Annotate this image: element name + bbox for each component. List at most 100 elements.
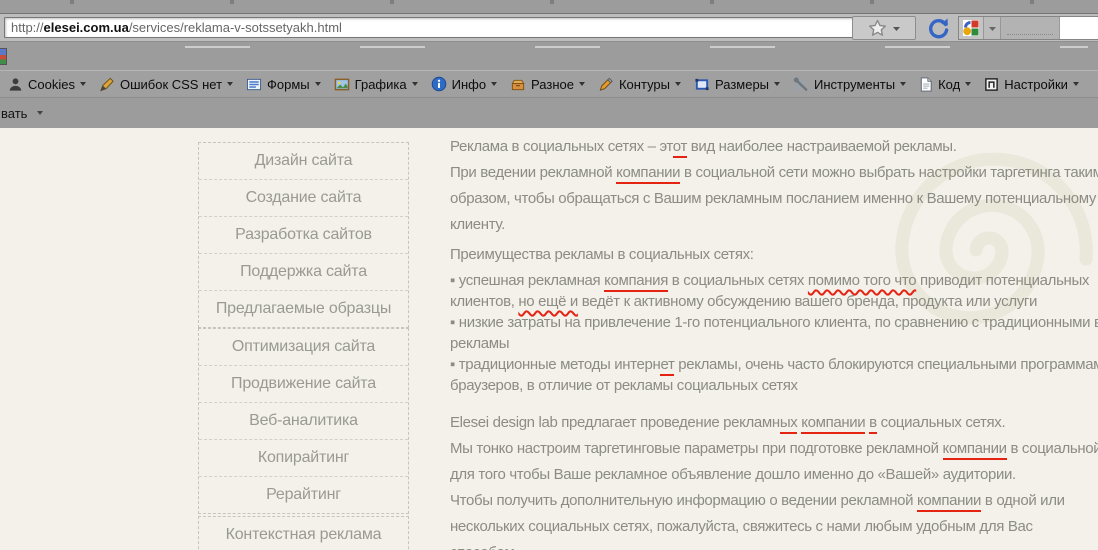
search-engine-button[interactable]	[959, 17, 984, 39]
text-segment: нескольких социальных сетях, пожалуйста,…	[450, 518, 1033, 535]
sidebar-link[interactable]: Копирайтинг	[199, 439, 408, 476]
chevron-down-icon	[900, 82, 906, 86]
text-line: ▪ успешная рекламная компания в социальн…	[450, 270, 1098, 291]
toolbar-item-info[interactable]: Инфо	[431, 76, 497, 92]
misspelled-phrase: помимо того что	[808, 272, 916, 289]
text-segment: для того чтобы Ваше рекламное объявление…	[450, 466, 1016, 483]
text-line: образом, чтобы обращаться с Вашим реклам…	[450, 186, 1098, 212]
chevron-down-icon	[989, 26, 996, 31]
misspelled-word: компания	[604, 272, 668, 292]
clipped-toolbar-row: вать	[0, 98, 1098, 130]
sidebar-link[interactable]: Рерайтинг	[199, 476, 408, 513]
pen-icon	[99, 77, 115, 92]
sidebar-link[interactable]: Контекстная реклама	[199, 517, 408, 550]
sidebar-link[interactable]: Веб-аналитика	[199, 402, 408, 439]
text-line: Преимущества рекламы в социальных сетях:	[450, 242, 1098, 268]
text-line: клиентов, но ещё и ведёт к активному обс…	[450, 291, 1098, 312]
google-icon	[963, 20, 979, 36]
chevron-down-icon	[579, 82, 585, 86]
text-line: браузеров, в отличие от рекламы социальн…	[450, 375, 1098, 396]
misspelled-word: компании	[943, 440, 1007, 460]
misspelled-word: в	[869, 414, 877, 434]
form-icon	[246, 77, 262, 92]
reload-button[interactable]	[922, 15, 954, 40]
sidebar-link[interactable]: Создание сайта	[199, 179, 408, 216]
toolbar-item-label: Инфо	[452, 77, 486, 92]
toolbar-item-label: Cookies	[28, 77, 75, 92]
sidebar-link[interactable]: Оптимизация сайта	[199, 329, 408, 365]
text-segment: ведёт к активному обсуждению вашего брен…	[578, 293, 1037, 310]
text-segment: Чтобы получить дополнительную информацию…	[450, 492, 917, 509]
chevron-down-icon	[412, 82, 418, 86]
clipped-toolbar-strip	[0, 0, 1098, 14]
user-icon	[8, 77, 23, 92]
chevron-down-icon	[675, 82, 681, 86]
sidebar-link[interactable]: Предлагаемые образцы	[199, 290, 408, 327]
article-subheading: Преимущества рекламы в социальных сетях:	[450, 242, 1098, 268]
text-segment: в социальной сети можно выбрать настройк…	[680, 164, 1098, 181]
toolbar-item-resize[interactable]: Размеры	[694, 77, 780, 92]
text-line: Чтобы получить дополнительную информацию…	[450, 488, 1098, 514]
text-segment: приводит потенциальных	[916, 272, 1089, 289]
clipped-button-label[interactable]: вать	[1, 106, 27, 121]
misspelled-phrase: но ещё и	[518, 293, 578, 310]
toolbar-item-label: Настройки	[1004, 77, 1068, 92]
drawer-icon	[510, 77, 526, 92]
toolbar-item-graphics[interactable]: Графика	[334, 77, 418, 92]
text-line: ▪ низкие затраты на привлечение 1-го пот…	[450, 312, 1098, 333]
toolbar-item-code[interactable]: Код	[919, 77, 971, 92]
toolbar-item-label: Инструменты	[814, 77, 895, 92]
marker-icon	[598, 77, 614, 92]
toolbar-item-css-errors[interactable]: Ошибок CSS нет	[99, 77, 233, 92]
chevron-down-icon	[80, 82, 86, 86]
toolbar-item-cookies[interactable]: Cookies	[8, 77, 86, 92]
text-line: Реклама в социальных сетях – этот вид на…	[450, 134, 1098, 160]
toolbar-item-outlines[interactable]: Контуры	[598, 77, 681, 92]
url-path: /services/reklama-v-sotssetyakh.html	[129, 20, 342, 35]
text-line: для того чтобы Ваше рекламное объявление…	[450, 462, 1098, 488]
toolbar-item-forms[interactable]: Формы	[246, 77, 321, 92]
url-input[interactable]: http://elesei.com.ua/services/reklama-v-…	[4, 17, 856, 38]
article-bullet-list: ▪ успешная рекламная компания в социальн…	[450, 270, 1098, 396]
chevron-down-icon	[1073, 82, 1079, 86]
text-segment: клиентов,	[450, 293, 518, 310]
search-input-end[interactable]	[1059, 17, 1098, 39]
star-icon	[868, 19, 887, 37]
toolbar-item-misc[interactable]: Разное	[510, 77, 585, 92]
image-icon	[334, 77, 350, 92]
page-icon	[919, 77, 933, 92]
text-line: Мы тонко настроим таргетинговые параметр…	[450, 436, 1098, 462]
misspelled-word: компании	[616, 164, 680, 184]
toolbar-item-options[interactable]: Настройки	[984, 77, 1079, 92]
text-line: При ведении рекламной компании в социаль…	[450, 160, 1098, 186]
search-engine-dropdown[interactable]	[984, 17, 1001, 39]
address-bar-row: http://elesei.com.ua/services/reklama-v-…	[0, 14, 1098, 42]
sidebar-link[interactable]: Дизайн сайта	[199, 143, 408, 179]
chevron-down-icon	[965, 82, 971, 86]
misspelled-word: компании	[917, 492, 981, 512]
sidebar-link[interactable]: Поддержка сайта	[199, 253, 408, 290]
text-line: клиенту.	[450, 212, 1098, 238]
reload-icon	[926, 16, 950, 40]
toolbar-item-label: Графика	[355, 77, 407, 92]
browser-chrome: http://elesei.com.ua/services/reklama-v-…	[0, 0, 1098, 128]
misspelled-word: ет	[660, 356, 674, 376]
search-input[interactable]	[1001, 17, 1059, 39]
text-segment: Реклама в социальных сетях – эт	[450, 138, 673, 155]
text-segment: клиенту.	[450, 216, 505, 233]
article: Реклама в социальных сетях – этот вид на…	[450, 134, 1098, 550]
text-segment: ▪ традиционные методы интерн	[450, 356, 660, 373]
text-segment: вид наиболее настраиваемой рекламы.	[687, 138, 957, 155]
text-line: рекламы	[450, 333, 1098, 354]
text-segment: При ведении рекламной	[450, 164, 616, 181]
toolbar-item-label: Контуры	[619, 77, 670, 92]
text-segment: образом, чтобы обращаться с Вашим реклам…	[450, 190, 1096, 207]
sidebar-link[interactable]: Разработка сайтов	[199, 216, 408, 253]
toolbar-item-tools[interactable]: Инструменты	[793, 77, 906, 92]
chevron-down-icon	[227, 82, 233, 86]
text-line: нескольких социальных сетях, пожалуйста,…	[450, 514, 1098, 540]
url-prefix: http://	[11, 20, 44, 35]
bookmark-star-button[interactable]	[852, 16, 916, 40]
sidebar-link[interactable]: Продвижение сайта	[199, 365, 408, 402]
search-box	[958, 16, 1098, 40]
